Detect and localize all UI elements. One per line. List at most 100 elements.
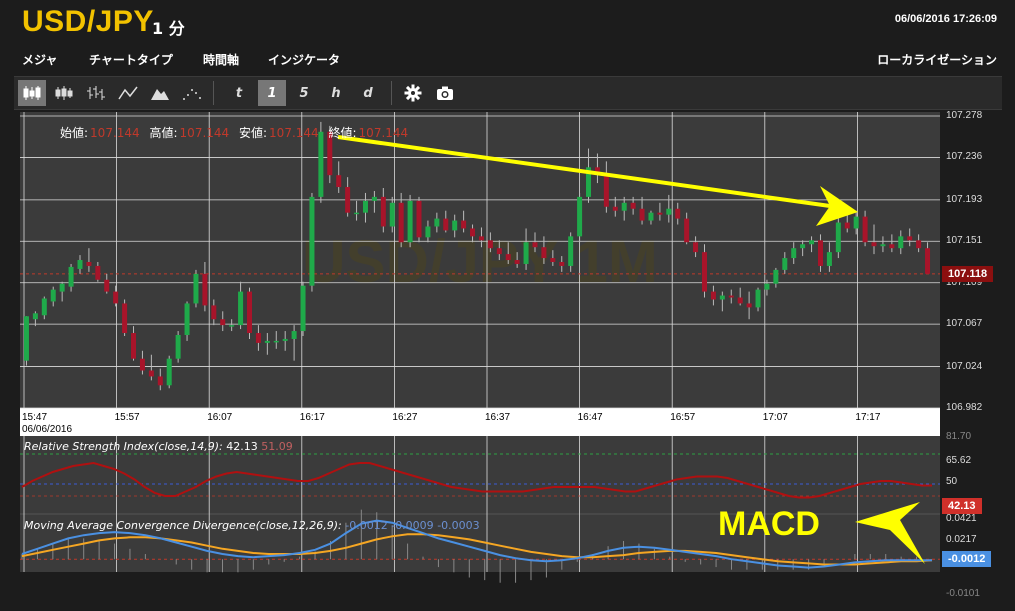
time-axis-bg [20, 408, 940, 436]
candle-body [817, 240, 823, 266]
ohlc-icon[interactable] [50, 80, 78, 106]
candle-body [68, 266, 74, 287]
candle-body [889, 244, 895, 249]
time-tick-label: 16:27 [392, 412, 417, 423]
menu-item-chart-type[interactable]: チャートタイプ [89, 51, 173, 68]
candle-body [443, 218, 449, 231]
candle-body [264, 340, 270, 343]
camera-icon[interactable] [431, 80, 459, 106]
candle-body [104, 279, 110, 292]
timeframe-1m-button[interactable]: 1 [258, 80, 286, 106]
time-tick-label: 16:37 [485, 412, 510, 423]
price-tick-label: 106.982 [946, 402, 983, 413]
candle-body [871, 242, 877, 247]
rsi-current-badge: 42.13 [942, 498, 982, 514]
high-label: 高値: [149, 126, 178, 140]
candle-body [603, 173, 609, 207]
toolbar-divider [213, 81, 214, 105]
candle-body [273, 340, 279, 343]
price-tick-label: 107.151 [946, 235, 983, 247]
candle-body [95, 265, 101, 280]
close-label: 終値: [328, 126, 357, 140]
candle-body [175, 335, 181, 359]
candle-body [407, 200, 413, 243]
timeframe-day-button[interactable]: d [354, 80, 382, 106]
candle-body [702, 252, 707, 292]
low-value: 107.144 [269, 126, 319, 140]
candle-body [487, 240, 493, 249]
open-label: 始値: [60, 126, 89, 140]
macd-tick-label: 0.0421 [946, 513, 977, 524]
candle-body [184, 303, 190, 335]
candle-body [371, 196, 377, 201]
rsi-value: 42.13 [226, 440, 258, 453]
low-label: 安値: [239, 126, 268, 140]
time-tick-label: 16:17 [300, 412, 325, 423]
candle-body [255, 333, 261, 343]
candle-body [719, 295, 725, 300]
toolbar-divider [391, 81, 392, 105]
rsi-name: Relative Strength Index [24, 440, 155, 453]
candle-body [764, 283, 770, 290]
candle-body [452, 220, 458, 231]
candle-body [737, 297, 743, 304]
time-tick-label: 17:07 [763, 412, 788, 423]
candle-body [336, 175, 342, 188]
candle-body [309, 196, 315, 286]
open-value: 107.144 [90, 126, 140, 140]
time-tick-label: 16:57 [670, 412, 695, 423]
macd-histogram-value: -0.0003 [437, 519, 480, 532]
timeframe-tick-button[interactable]: t [225, 80, 253, 106]
candle-body [853, 216, 859, 229]
candle-body [898, 236, 904, 249]
timeframe-5m-button[interactable]: 5 [290, 80, 318, 106]
candle-body [50, 289, 56, 302]
candlestick-icon[interactable] [18, 80, 46, 106]
candle-body [193, 273, 199, 304]
candle-body [220, 319, 226, 326]
timeframe-hour-button[interactable]: h [322, 80, 350, 106]
menu-item-timeframe[interactable]: 時間軸 [203, 51, 239, 68]
datetime-label: 06/06/2016 17:26:09 [894, 13, 997, 25]
interval-label: 1 分 [152, 19, 185, 38]
close-value: 107.144 [358, 126, 409, 140]
candle-body [577, 196, 583, 237]
candle-body [345, 187, 351, 213]
mountain-chart-icon[interactable] [146, 80, 174, 106]
rsi-value-2: 51.09 [261, 440, 293, 453]
menu-item-indicators[interactable]: インジケータ [268, 51, 340, 68]
rsi-tick-label: 50 [946, 476, 958, 487]
candle-body [710, 291, 716, 300]
candle-body [282, 338, 288, 341]
macd-params: (close,12,26,9): [255, 519, 342, 532]
macd-name: Moving Average Convergence Divergence [24, 519, 256, 532]
menu-item-major[interactable]: メジャ [22, 51, 57, 68]
candle-body [880, 244, 886, 247]
price-tick-label: 107.236 [946, 151, 983, 163]
candle-body [122, 303, 128, 334]
dots-chart-icon[interactable] [178, 80, 206, 106]
macd-legend: Moving Average Convergence Divergence(cl… [24, 519, 480, 532]
candle-body [826, 252, 832, 266]
macd-annotation: MACD [718, 505, 820, 543]
date-label: 06/06/2016 [22, 424, 72, 435]
menu-item-localization[interactable]: ローカライゼーション [877, 51, 997, 68]
candle-body [354, 212, 360, 215]
candle-body [746, 303, 752, 308]
candle-body [550, 258, 556, 262]
candle-body [113, 291, 119, 304]
candle-body [41, 298, 47, 316]
macd-signal-value: -0.0009 [391, 519, 434, 532]
candle-body [496, 248, 502, 255]
hlc-icon[interactable] [82, 80, 110, 106]
gear-icon[interactable] [399, 80, 427, 106]
candle-body [844, 222, 850, 229]
price-tick-label: 107.193 [946, 193, 983, 205]
line-chart-icon[interactable] [114, 80, 142, 106]
candle-body [247, 291, 252, 334]
price-tick-label: 107.067 [946, 318, 983, 330]
candle-body [434, 218, 440, 227]
candle-body [916, 240, 922, 249]
candle-body [773, 269, 779, 284]
candle-body [23, 316, 29, 361]
